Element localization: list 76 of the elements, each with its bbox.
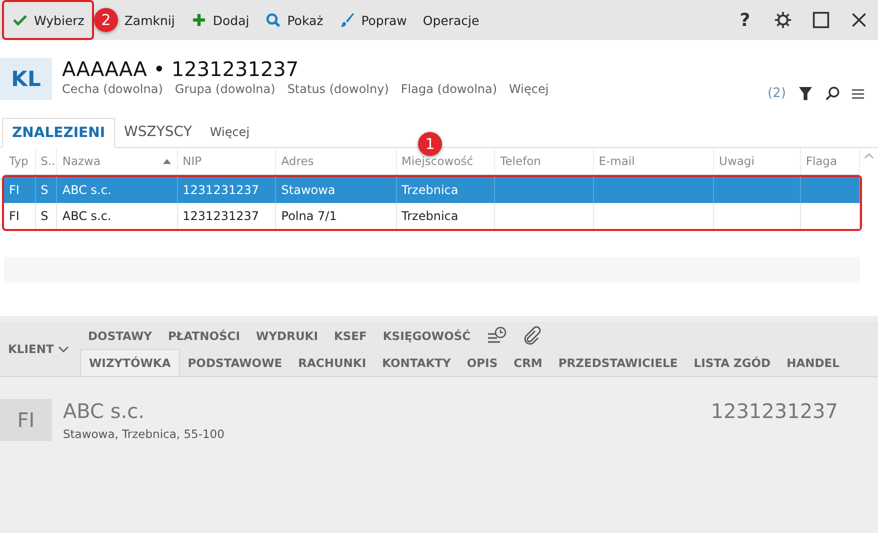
menu-icon[interactable] [852, 88, 864, 100]
column-header[interactable]: NIP [178, 148, 276, 174]
table-cell: FI [9, 209, 20, 223]
result-count: (2) [768, 86, 786, 101]
filter-link[interactable]: Flaga (dowolna) [400, 82, 498, 96]
column-header[interactable]: E-mail [594, 148, 714, 174]
table-cell: S [40, 209, 48, 223]
column-header[interactable]: Uwagi [714, 148, 801, 174]
tab[interactable]: ZNALEZIENI [2, 118, 116, 148]
toolbar-button[interactable]: Dodaj [182, 3, 258, 37]
scroll-up-icon[interactable] [864, 152, 874, 160]
toolbar-button[interactable]: Zamknij [116, 3, 183, 37]
column-header[interactable]: Adres [276, 148, 397, 174]
toolbar-button[interactable]: Popraw [331, 3, 415, 37]
table-cell: S [40, 183, 48, 197]
toolbar-button[interactable]: Operacje [414, 3, 488, 37]
filter-icon[interactable] [798, 86, 813, 101]
chevron-down-icon [58, 346, 69, 352]
detail-tab[interactable]: DOSTAWY [80, 322, 160, 349]
detail-tab[interactable]: KONTAKTY [374, 349, 459, 376]
table-cell: ABC s.c. [62, 209, 112, 223]
table-cell: Polna 7/1 [281, 209, 337, 223]
maximize-icon[interactable] [812, 11, 830, 29]
tab[interactable]: Więcej [200, 117, 259, 147]
filter-link[interactable]: Więcej [509, 82, 549, 96]
table-cell: FI [9, 183, 20, 197]
detail-tab[interactable]: WYDRUKI [248, 322, 326, 349]
toolbar-button[interactable]: Pokaż [257, 3, 332, 37]
record-title: AAAAAA • 1231231237 [62, 58, 300, 80]
history-list-icon[interactable] [486, 326, 507, 346]
close-icon[interactable] [850, 11, 868, 29]
plus-icon [190, 12, 207, 28]
column-header[interactable]: Flaga [800, 148, 860, 174]
table-cell: 1231231237 [182, 183, 260, 197]
filter-link[interactable]: Grupa (dowolna) [174, 82, 276, 96]
brush-icon [339, 12, 356, 28]
table-cell: ABC s.c. [62, 183, 112, 197]
record-badge: KL [0, 58, 52, 100]
table-row[interactable]: FI S ABC s.c. 1231231237 Stawowa Trzebnica [4, 177, 860, 203]
toolbar-button[interactable]: Wybierz [2, 0, 94, 40]
detail-tab[interactable]: PŁATNOŚCI [160, 322, 248, 349]
client-nip: 1231231237 [710, 399, 838, 425]
table-cell: Trzebnica [402, 209, 458, 223]
table-row[interactable]: FI S ABC s.c. 1231231237 Polna 7/1 Trzebnica [4, 203, 860, 229]
client-address: Stawowa, Trzebnica, 55-100 [63, 427, 224, 441]
detail-tab[interactable]: RACHUNKI [290, 349, 374, 376]
check-icon [12, 12, 28, 28]
detail-tab[interactable]: OPIS [458, 349, 506, 376]
filter-link[interactable]: Cecha (dowolna) [62, 82, 163, 96]
filter-link[interactable]: Status (dowolny) [287, 82, 389, 96]
klient-dropdown[interactable]: KLIENT [0, 322, 80, 376]
tab[interactable]: WSZYSCY [115, 117, 201, 147]
detail-tab[interactable]: PODSTAWOWE [180, 349, 290, 376]
column-header[interactable]: Nazwa [57, 148, 178, 174]
search-icon[interactable] [825, 86, 840, 101]
detail-tab[interactable]: LISTA ZGÓD [686, 349, 779, 376]
annotation-badge: 1 [418, 132, 442, 156]
detail-tab[interactable]: HANDEL [778, 349, 848, 376]
settings-icon[interactable] [774, 11, 792, 29]
detail-tab[interactable]: KSIĘGOWOŚĆ [374, 322, 479, 349]
column-header[interactable]: Telefon [495, 148, 594, 174]
record-badge: FI [0, 399, 52, 441]
paperclip-icon[interactable] [522, 326, 541, 346]
detail-tab[interactable]: KSEF [326, 322, 375, 349]
client-name: ABC s.c. [63, 399, 146, 423]
table-cell: 1231231237 [182, 209, 260, 223]
detail-tab[interactable]: CRM [506, 349, 550, 376]
column-header[interactable]: S.. [36, 148, 58, 174]
detail-tab[interactable]: WIZYTÓWKA [80, 349, 180, 376]
table-cell: Stawowa [281, 183, 336, 197]
detail-tab[interactable]: PRZEDSTAWICIELE [550, 349, 686, 376]
sort-icon [162, 158, 171, 164]
help-button[interactable]: ? [726, 10, 764, 30]
search-icon [265, 12, 282, 28]
table-cell: Trzebnica [402, 183, 458, 197]
column-header[interactable]: Typ [4, 148, 36, 174]
